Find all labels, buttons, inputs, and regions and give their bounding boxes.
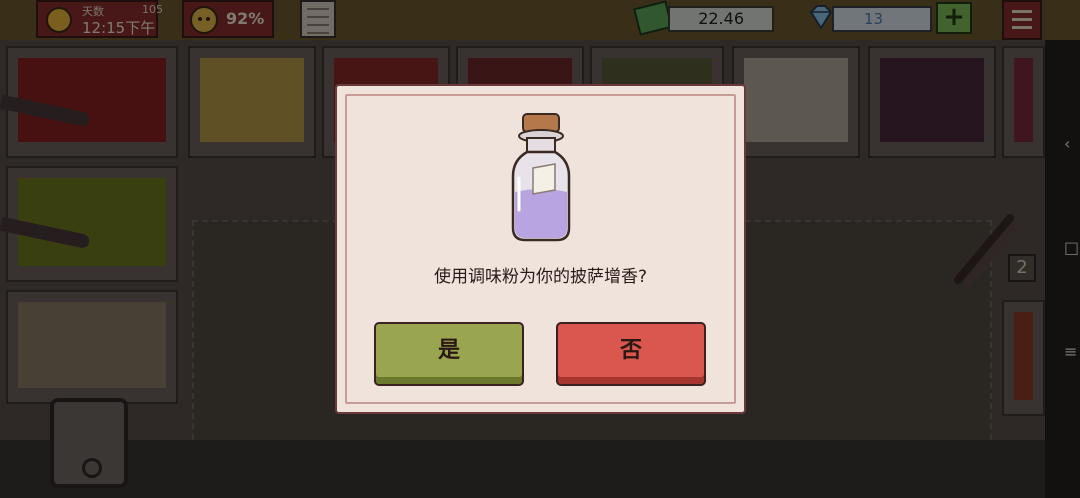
- no-button[interactable]: 否: [556, 322, 706, 386]
- seasoning-dialog: 使用调味粉为你的披萨增香? 是 否: [335, 84, 746, 414]
- seasoning-bottle-icon: [511, 113, 571, 242]
- yes-button[interactable]: 是: [374, 322, 524, 386]
- dialog-prompt-text: 使用调味粉为你的披萨增香?: [433, 267, 648, 287]
- game-screen: 天数 105 12:15下午 92% 22.46 13 + 2 ‹ □ ≡ 使用…: [0, 0, 1080, 498]
